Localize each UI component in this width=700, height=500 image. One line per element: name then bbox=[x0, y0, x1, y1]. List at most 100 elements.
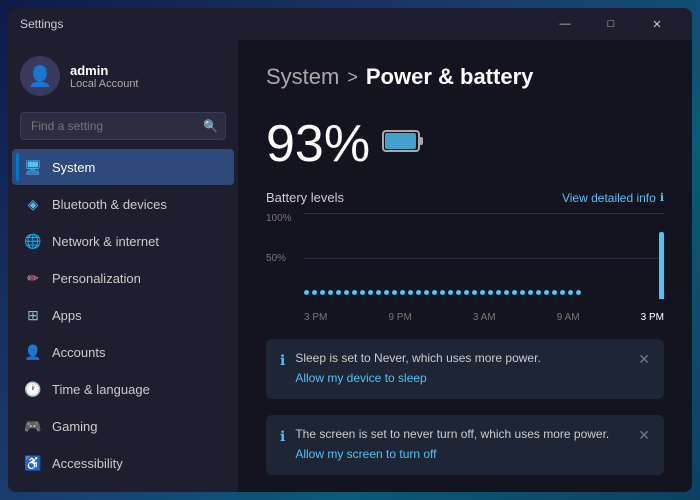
sidebar-item-apps[interactable]: ⊞ Apps bbox=[12, 297, 234, 333]
chart-dot bbox=[552, 290, 557, 295]
chart-dot bbox=[424, 290, 429, 295]
chart-dot bbox=[304, 290, 309, 295]
chart-y-label-100: 100% bbox=[266, 213, 301, 224]
sidebar-item-label-bluetooth: Bluetooth & devices bbox=[52, 197, 167, 212]
chart-dot bbox=[408, 290, 413, 295]
chart-x-label-2: 3 AM bbox=[473, 312, 496, 323]
chart-dot bbox=[560, 290, 565, 295]
chart-dot bbox=[520, 290, 525, 295]
notification-text-2: The screen is set to never turn off, whi… bbox=[295, 427, 628, 441]
avatar: 👤 bbox=[20, 56, 60, 96]
chart-dot bbox=[392, 290, 397, 295]
sidebar-item-label-gaming: Gaming bbox=[52, 419, 98, 434]
chart-title: Battery levels bbox=[266, 190, 344, 205]
privacy-icon: 🔒 bbox=[24, 491, 42, 492]
accounts-icon: 👤 bbox=[24, 343, 42, 361]
sidebar-item-privacy[interactable]: 🔒 Privacy & security bbox=[12, 482, 234, 492]
search-box: 🔍 bbox=[20, 112, 226, 140]
chart-x-labels: 3 PM 9 PM 3 AM 9 AM 3 PM bbox=[304, 312, 664, 323]
main-content: 👤 admin Local Account 🔍 🖥 System bbox=[8, 40, 692, 492]
chart-dot bbox=[480, 290, 485, 295]
chart-dot bbox=[472, 290, 477, 295]
info-icon: ℹ bbox=[660, 191, 664, 204]
chart-dot bbox=[448, 290, 453, 295]
chart-y-label-50: 50% bbox=[266, 253, 301, 264]
apps-icon: ⊞ bbox=[24, 306, 42, 324]
window-controls: — □ ✕ bbox=[542, 8, 680, 40]
battery-percentage: 93% bbox=[266, 114, 370, 174]
chart-dot bbox=[400, 290, 405, 295]
screen-action-link[interactable]: Allow my screen to turn off bbox=[295, 447, 436, 461]
view-detailed-link[interactable]: View detailed info ℹ bbox=[562, 191, 664, 205]
notification-info-icon-2: ℹ bbox=[280, 428, 285, 445]
sidebar-item-network[interactable]: 🌐 Network & internet bbox=[12, 223, 234, 259]
chart-x-label-3: 9 AM bbox=[557, 312, 580, 323]
chart-plot-area bbox=[304, 213, 664, 303]
breadcrumb-current: Power & battery bbox=[366, 64, 534, 90]
close-button[interactable]: ✕ bbox=[634, 8, 680, 40]
breadcrumb-arrow: > bbox=[347, 67, 358, 88]
chart-dot bbox=[352, 290, 357, 295]
minimize-button[interactable]: — bbox=[542, 8, 588, 40]
screen-notification: ℹ The screen is set to never turn off, w… bbox=[266, 415, 664, 475]
sidebar-item-label-accounts: Accounts bbox=[52, 345, 105, 360]
bluetooth-icon: ◈ bbox=[24, 195, 42, 213]
sidebar-item-label-personalization: Personalization bbox=[52, 271, 141, 286]
window-title: Settings bbox=[20, 17, 542, 31]
user-name: admin bbox=[70, 63, 139, 78]
sidebar-item-gaming[interactable]: 🎮 Gaming bbox=[12, 408, 234, 444]
page-header: System > Power & battery bbox=[266, 64, 664, 90]
chart-dot bbox=[384, 290, 389, 295]
chart-dot bbox=[528, 290, 533, 295]
time-icon: 🕐 bbox=[24, 380, 42, 398]
chart-dot bbox=[512, 290, 517, 295]
battery-bar bbox=[659, 232, 664, 300]
chart-dot bbox=[576, 290, 581, 295]
user-info: admin Local Account bbox=[70, 63, 139, 90]
battery-chart: 100% 50% 0 bbox=[266, 213, 664, 323]
user-account-type: Local Account bbox=[70, 78, 139, 90]
notification-close-2[interactable]: ✕ bbox=[638, 427, 650, 444]
chart-x-label-0: 3 PM bbox=[304, 312, 327, 323]
settings-window: Settings — □ ✕ 👤 admin Local Account bbox=[8, 8, 692, 492]
sidebar-nav: 🖥 System ◈ Bluetooth & devices 🌐 Network… bbox=[8, 148, 238, 492]
chart-dot bbox=[496, 290, 501, 295]
chart-dot bbox=[456, 290, 461, 295]
chart-x-label-4: 3 PM bbox=[641, 312, 664, 323]
chart-dot bbox=[416, 290, 421, 295]
sidebar-item-personalization[interactable]: ✏ Personalization bbox=[12, 260, 234, 296]
battery-icon bbox=[382, 127, 426, 162]
chart-dot bbox=[320, 290, 325, 295]
sidebar: 👤 admin Local Account 🔍 🖥 System bbox=[8, 40, 238, 492]
chart-dot bbox=[328, 290, 333, 295]
notification-close-1[interactable]: ✕ bbox=[638, 351, 650, 368]
chart-dot bbox=[432, 290, 437, 295]
sidebar-item-label-apps: Apps bbox=[52, 308, 82, 323]
sidebar-item-label-network: Network & internet bbox=[52, 234, 159, 249]
maximize-button[interactable]: □ bbox=[588, 8, 634, 40]
chart-x-label-1: 9 PM bbox=[388, 312, 411, 323]
user-profile[interactable]: 👤 admin Local Account bbox=[8, 40, 238, 112]
main-panel: System > Power & battery 93% bbox=[238, 40, 692, 492]
sidebar-item-system[interactable]: 🖥 System bbox=[12, 149, 234, 185]
search-input[interactable] bbox=[20, 112, 226, 140]
sleep-notification: ℹ Sleep is set to Never, which uses more… bbox=[266, 339, 664, 399]
sidebar-item-label-accessibility: Accessibility bbox=[52, 456, 123, 471]
sleep-action-link[interactable]: Allow my device to sleep bbox=[295, 371, 426, 385]
titlebar: Settings — □ ✕ bbox=[8, 8, 692, 40]
chart-dot bbox=[312, 290, 317, 295]
personalization-icon: ✏ bbox=[24, 269, 42, 287]
chart-dot bbox=[568, 290, 573, 295]
notification-content-1: Sleep is set to Never, which uses more p… bbox=[295, 351, 628, 387]
sidebar-item-bluetooth[interactable]: ◈ Bluetooth & devices bbox=[12, 186, 234, 222]
sidebar-item-time[interactable]: 🕐 Time & language bbox=[12, 371, 234, 407]
sidebar-item-accessibility[interactable]: ♿ Accessibility bbox=[12, 445, 234, 481]
notification-content-2: The screen is set to never turn off, whi… bbox=[295, 427, 628, 463]
sidebar-item-accounts[interactable]: 👤 Accounts bbox=[12, 334, 234, 370]
chart-dot bbox=[536, 290, 541, 295]
breadcrumb-parent: System bbox=[266, 64, 339, 90]
chart-dot bbox=[504, 290, 509, 295]
chart-header: Battery levels View detailed info ℹ bbox=[266, 190, 664, 205]
sidebar-item-label-time: Time & language bbox=[52, 382, 150, 397]
chart-dot bbox=[376, 290, 381, 295]
